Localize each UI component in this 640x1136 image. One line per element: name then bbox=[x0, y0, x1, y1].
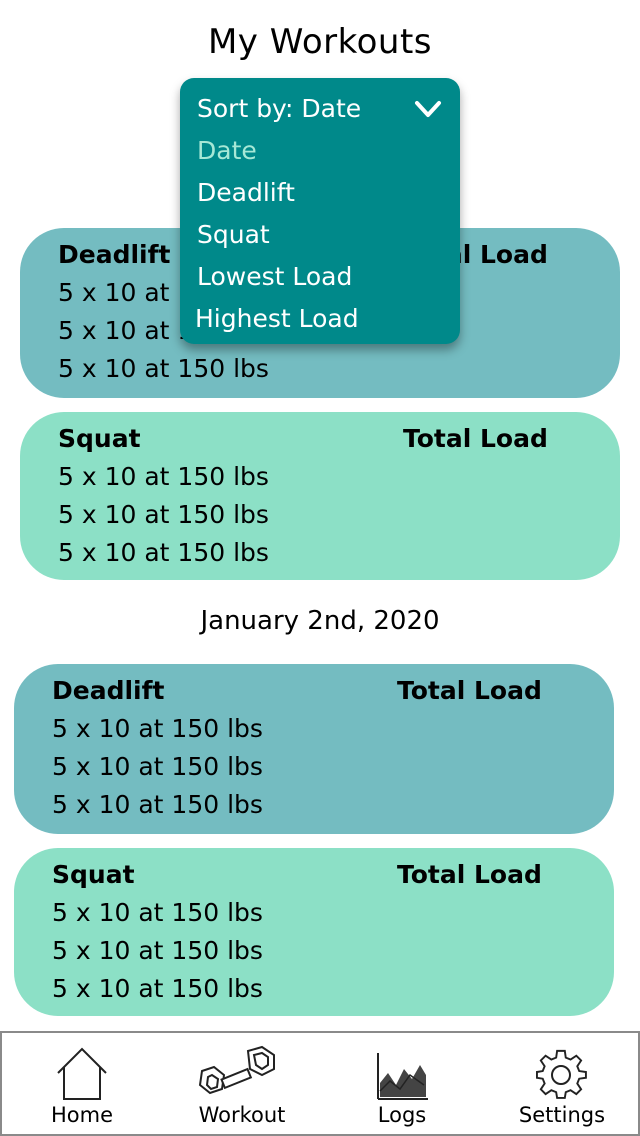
page-title: My Workouts bbox=[207, 22, 433, 62]
sort-option-highest-load[interactable]: Highest Load bbox=[195, 304, 359, 333]
set-line: 5 x 10 at 150 lbs bbox=[58, 538, 269, 567]
set-line: 5 x 10 at 150 lbs bbox=[52, 790, 263, 819]
workout-card-squat[interactable]: Squat Total Load 5 x 10 at 150 lbs 5 x 1… bbox=[20, 412, 620, 580]
set-line: 5 x 10 at 150 lbs bbox=[52, 936, 263, 965]
total-load-label: Total Load bbox=[397, 676, 542, 705]
set-line: 5 x 10 at 150 lbs bbox=[52, 752, 263, 781]
chevron-down-icon[interactable] bbox=[414, 100, 442, 120]
sort-option-squat[interactable]: Squat bbox=[197, 220, 270, 249]
sort-dropdown[interactable]: Sort by: Date Date Deadlift Squat Lowest… bbox=[180, 78, 460, 344]
set-line: 5 x 10 at 150 lbs bbox=[58, 354, 269, 383]
dumbbell-icon bbox=[198, 1045, 275, 1095]
sort-dropdown-label[interactable]: Sort by: Date bbox=[197, 94, 361, 123]
set-line: 5 x 10 at 150 lbs bbox=[52, 714, 263, 743]
nav-workout[interactable]: Workout bbox=[162, 1033, 322, 1134]
sort-option-date[interactable]: Date bbox=[197, 136, 257, 165]
date-heading: January 2nd, 2020 bbox=[200, 606, 440, 636]
workout-card-deadlift[interactable]: Deadlift Total Load 5 x 10 at 150 lbs 5 … bbox=[14, 664, 614, 834]
set-line: 5 x 10 at 150 lbs bbox=[58, 462, 269, 491]
workout-name: Squat bbox=[58, 424, 141, 453]
workout-name: Deadlift bbox=[52, 676, 165, 705]
chart-icon bbox=[377, 1053, 428, 1100]
workout-card-squat[interactable]: Squat Total Load 5 x 10 at 150 lbs 5 x 1… bbox=[14, 848, 614, 1016]
bottom-nav: Home Workout Logs Settings bbox=[0, 1031, 640, 1136]
sort-option-lowest-load[interactable]: Lowest Load bbox=[197, 262, 352, 291]
nav-settings[interactable]: Settings bbox=[482, 1033, 640, 1134]
nav-logs[interactable]: Logs bbox=[322, 1033, 482, 1134]
nav-settings-label: Settings bbox=[518, 1103, 606, 1127]
home-icon bbox=[57, 1047, 107, 1100]
total-load-label: Total Load bbox=[397, 860, 542, 889]
gear-icon bbox=[536, 1049, 587, 1099]
set-line: 5 x 10 at 150 lbs bbox=[58, 500, 269, 529]
workout-name: Squat bbox=[52, 860, 135, 889]
sort-option-deadlift[interactable]: Deadlift bbox=[197, 178, 295, 207]
workout-name: Deadlift bbox=[58, 240, 171, 269]
total-load-label: Total Load bbox=[403, 424, 548, 453]
nav-home-label: Home bbox=[50, 1103, 113, 1127]
set-line: 5 x 10 at 150 lbs bbox=[52, 974, 263, 1003]
nav-home[interactable]: Home bbox=[2, 1033, 162, 1134]
nav-logs-label: Logs bbox=[377, 1103, 427, 1127]
set-line: 5 x 10 at 150 lbs bbox=[52, 898, 263, 927]
nav-workout-label: Workout bbox=[198, 1103, 286, 1127]
